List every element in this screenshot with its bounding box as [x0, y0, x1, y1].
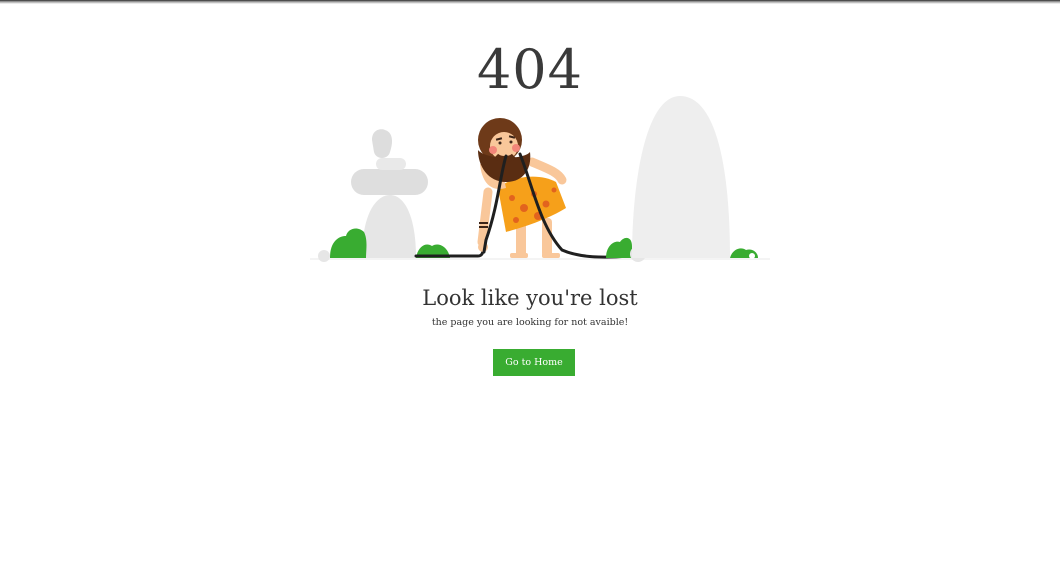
tall-rock-illustration [632, 96, 730, 258]
caveman-illustration [477, 118, 630, 259]
bush-left-illustration [318, 228, 367, 262]
top-shadow [0, 0, 1060, 4]
bush-far-right-illustration [730, 248, 758, 259]
go-to-home-button[interactable]: Go to Home [493, 349, 575, 376]
caveman-holding-cable-illustration [310, 96, 770, 262]
page-subtitle: the page you are looking for not avaible… [431, 317, 629, 328]
page-title: Look like you're lost [422, 286, 638, 310]
